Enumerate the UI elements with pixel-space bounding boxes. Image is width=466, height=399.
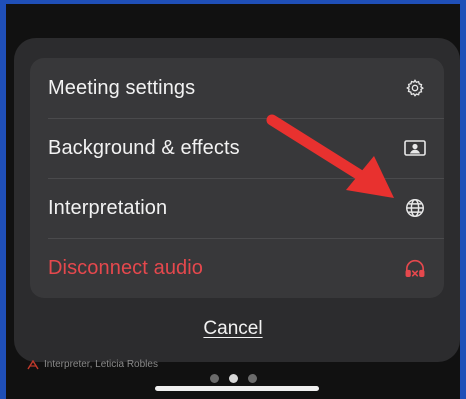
cancel-button[interactable]: Cancel [0, 318, 466, 340]
gear-icon [404, 77, 426, 99]
page-dot-active [229, 374, 238, 383]
menu-item-label: Background & effects [48, 136, 240, 159]
menu-item-meeting-settings[interactable]: Meeting settings [30, 58, 444, 118]
page-dot [248, 374, 257, 383]
home-indicator[interactable] [155, 386, 319, 391]
globe-icon [404, 197, 426, 219]
screen: Meeting settings Background & effects In… [0, 0, 466, 399]
menu-item-disconnect-audio[interactable]: Disconnect audio [30, 238, 444, 298]
page-dot [210, 374, 219, 383]
menu-item-label: Disconnect audio [48, 256, 204, 279]
participant-caption: Interpreter, Leticia Robles [44, 359, 158, 370]
headphones-disconnect-icon [404, 257, 426, 279]
annotation-arrow [266, 114, 394, 198]
interpreter-icon [27, 360, 39, 370]
menu-item-label: Meeting settings [48, 76, 196, 99]
frame-border-top [0, 0, 466, 4]
portrait-icon [404, 137, 426, 159]
page-indicator [210, 374, 257, 383]
menu-item-label: Interpretation [48, 196, 168, 219]
